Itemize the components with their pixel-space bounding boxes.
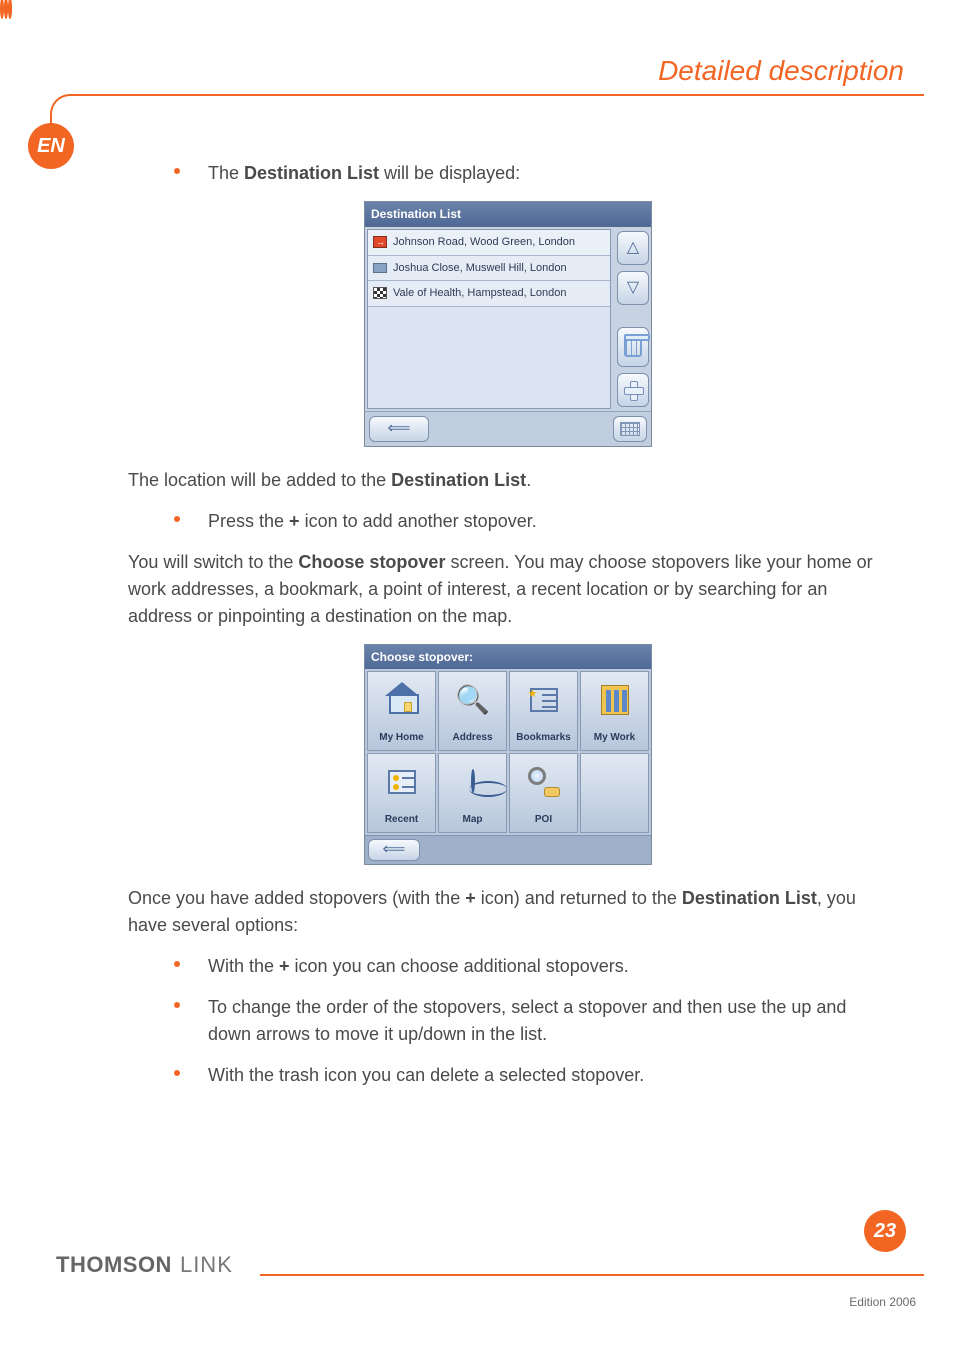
add-stopover-button[interactable] [617,373,649,407]
stopover-option-empty [580,753,649,833]
poi-icon [528,767,560,797]
move-down-button[interactable]: ▽ [617,271,649,305]
bullet-dot-icon [174,516,180,522]
start-flag-icon [372,236,388,249]
triangle-up-icon: △ [627,236,639,260]
text: icon to add another stopover. [300,511,537,531]
keyboard-icon [620,422,640,436]
text: The [208,163,244,183]
bullet-dot-icon [174,1002,180,1008]
text: will be displayed: [379,163,520,183]
brand-orbit-icon [0,0,954,18]
paragraph-choose-stopover: You will switch to the Choose stopover s… [128,549,888,630]
bullet-dot-icon [174,1070,180,1076]
text: . [526,470,531,490]
back-arrow-icon: ⟸ [383,838,406,862]
recent-list-icon [388,770,416,794]
brand-link: LINK [176,1252,233,1278]
keyboard-button[interactable] [613,416,647,442]
globe-icon [471,768,475,795]
finish-flag-icon [372,287,388,300]
edition-label: Edition 2006 [849,1295,916,1309]
stopover-option-recent[interactable]: Recent [367,753,436,833]
destination-row[interactable]: Joshua Close, Muswell Hill, London [368,256,610,282]
text: Once you have added stopovers (with the [128,888,465,908]
stopover-label: Map [463,812,483,827]
text: You will switch to the [128,552,298,572]
plus-symbol: + [279,956,290,976]
move-up-button[interactable]: △ [617,231,649,265]
address-search-icon: 🔍 [455,679,490,721]
destination-row[interactable]: Johnson Road, Wood Green, London [368,230,610,256]
page-section-title: Detailed description [658,55,904,87]
stopover-option-poi[interactable]: POI [509,753,578,833]
stopover-label: POI [535,812,552,827]
paragraph-several-options: Once you have added stopovers (with the … [128,885,888,939]
stopover-option-my-work[interactable]: My Work [580,671,649,751]
delete-button[interactable] [617,327,649,367]
bullet-press-plus: Press the + icon to add another stopover… [174,508,888,535]
plus-symbol: + [465,888,476,908]
text-bold: Choose stopover [298,552,445,572]
bullet-dest-displayed: The Destination List will be displayed: [174,160,888,187]
bookmarks-icon: ★ [530,688,558,712]
brand-logo: THOMSON LINK [56,1252,233,1278]
destination-list-window: Destination List Johnson Road, Wood Gree… [364,201,652,447]
body-content: The Destination List will be displayed: … [128,160,888,1103]
text-bold: Destination List [391,470,526,490]
text-bold: Destination List [682,888,817,908]
plus-symbol: + [289,511,300,531]
text: To change the order of the stopovers, se… [208,997,846,1044]
stopover-back-button[interactable]: ⟸ [368,839,420,861]
bullet-trash-delete: With the trash icon you can delete a sel… [174,1062,888,1089]
text: With the [208,956,279,976]
text: icon you can choose additional stopovers… [290,956,629,976]
triangle-down-icon: ▽ [627,276,639,300]
destination-text: Johnson Road, Wood Green, London [393,234,575,251]
stopover-option-bookmarks[interactable]: ★ Bookmarks [509,671,578,751]
destination-text: Joshua Close, Muswell Hill, London [393,260,567,277]
text: The location will be added to the [128,470,391,490]
stopover-label: Recent [385,812,418,827]
stopover-label: Bookmarks [516,730,570,745]
back-button[interactable]: ⟸ [369,416,429,442]
paragraph-added-to-list: The location will be added to the Destin… [128,467,888,494]
home-icon [386,686,418,714]
brand-thomson: THOMSON [56,1252,172,1278]
trash-icon [624,337,642,357]
destination-list-rows: Johnson Road, Wood Green, London Joshua … [367,229,611,409]
waypoint-flag-icon [372,261,388,274]
text: Press the [208,511,289,531]
text: icon) and returned to the [476,888,682,908]
bullet-dot-icon [174,961,180,967]
stopover-label: My Home [379,730,423,745]
destination-side-buttons: △ ▽ [613,227,651,411]
stopover-label: My Work [594,730,636,745]
language-badge: EN [28,123,74,169]
stopover-label: Address [452,730,492,745]
choose-stopover-window: Choose stopover: My Home 🔍 Address ★ Boo… [364,644,652,865]
plus-icon [624,381,642,399]
header-divider [70,94,924,96]
footer-divider [260,1274,924,1276]
work-building-icon [601,685,629,715]
destination-text: Vale of Health, Hampstead, London [393,285,566,302]
destination-list-title: Destination List [365,202,651,227]
bullet-change-order: To change the order of the stopovers, se… [174,994,888,1048]
page-number-badge: 23 [864,1210,906,1252]
back-arrow-icon: ⟸ [388,417,411,441]
choose-stopover-title: Choose stopover: [365,645,651,669]
bullet-choose-additional: With the + icon you can choose additiona… [174,953,888,980]
destination-row[interactable]: Vale of Health, Hampstead, London [368,281,610,307]
stopover-option-map[interactable]: Map [438,753,507,833]
bullet-dot-icon [174,168,180,174]
stopover-option-my-home[interactable]: My Home [367,671,436,751]
text: With the trash icon you can delete a sel… [208,1065,644,1085]
stopover-option-address[interactable]: 🔍 Address [438,671,507,751]
text-bold: Destination List [244,163,379,183]
